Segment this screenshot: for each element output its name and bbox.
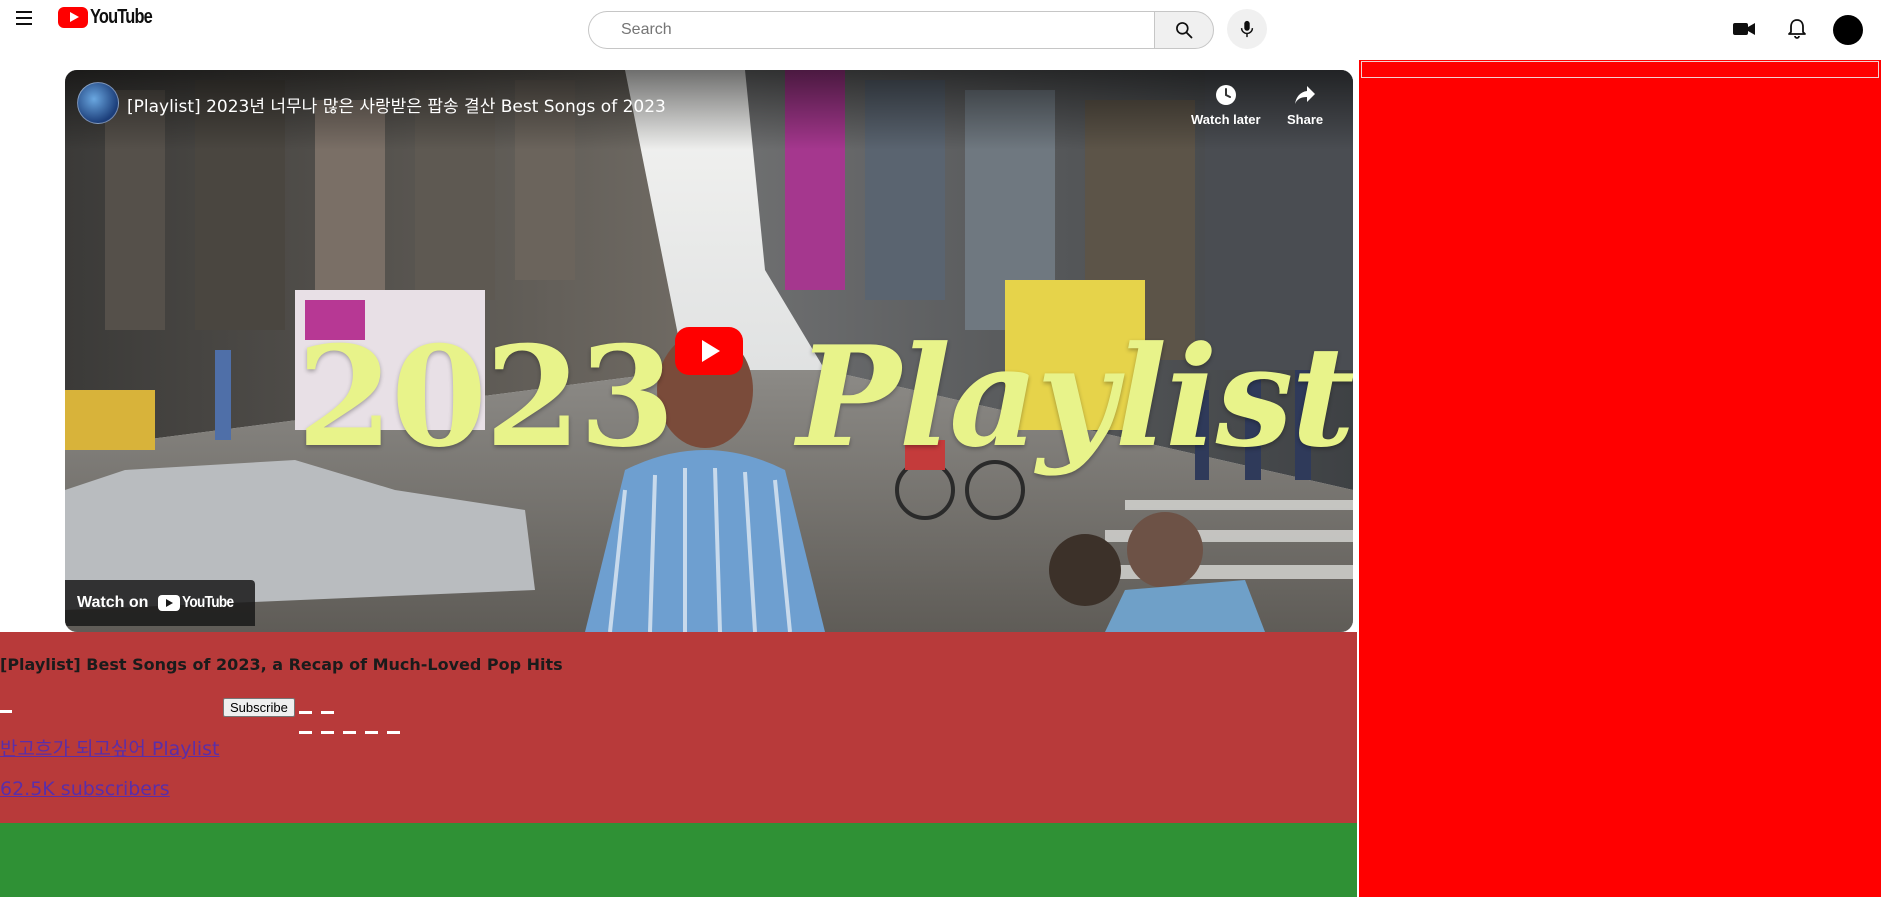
video-info-panel: [Playlist] Best Songs of 2023, a Recap o…: [0, 632, 1357, 823]
search-button[interactable]: [1154, 11, 1214, 49]
subscriber-count-link[interactable]: 62.5K subscribers: [0, 778, 170, 800]
notifications-button[interactable]: [1784, 16, 1810, 42]
sidebar-frame: [1361, 61, 1879, 78]
subscribe-button[interactable]: Subscribe: [223, 698, 295, 717]
watch-on-youtube-button[interactable]: Watch on YouTube: [65, 580, 255, 626]
search-input[interactable]: [588, 11, 1155, 49]
placeholder-dash: [299, 711, 312, 714]
placeholder-dash: [365, 731, 378, 734]
placeholder-dash: [343, 731, 356, 734]
bell-icon: [1788, 19, 1806, 39]
hamburger-menu-icon[interactable]: [12, 6, 36, 30]
thumbnail-overlay-year: 2023: [297, 315, 675, 478]
channel-name-link[interactable]: 반고흐가 되고싶어 Playlist: [0, 734, 219, 761]
play-button[interactable]: [675, 327, 743, 375]
video-camera-icon: [1733, 23, 1755, 35]
share-arrow-icon: [1292, 82, 1318, 108]
thumbnail-overlay-word: Playlist: [797, 315, 1353, 478]
player-video-title[interactable]: [Playlist] 2023년 너무나 많은 사랑받은 팝송 결산 Best …: [127, 92, 666, 117]
logo-text: YouTube: [90, 5, 153, 28]
channel-thumbnail[interactable]: [77, 82, 119, 124]
placeholder-dash: [321, 711, 334, 714]
create-video-button[interactable]: [1731, 17, 1757, 41]
masthead: YouTube: [0, 0, 1881, 60]
clock-icon: [1213, 82, 1239, 108]
voice-search-button[interactable]: [1227, 9, 1267, 49]
youtube-play-icon: [58, 6, 88, 28]
watch-later-button[interactable]: Watch later: [1191, 82, 1261, 127]
placeholder-dash: [299, 731, 312, 734]
share-label: Share: [1287, 112, 1324, 127]
share-button[interactable]: Share: [1287, 82, 1323, 127]
watch-on-logo-text: YouTube: [182, 594, 234, 611]
video-heading: [Playlist] Best Songs of 2023, a Recap o…: [0, 655, 563, 674]
play-icon: [702, 340, 720, 362]
app-root: YouTube Search [Playlist] 2023년 너무나 많은 사…: [0, 0, 1881, 897]
watch-later-label: Watch later: [1191, 112, 1261, 127]
placeholder-dash: [0, 710, 12, 713]
microphone-icon: [1240, 20, 1254, 38]
search-icon: [1176, 22, 1193, 39]
youtube-logo[interactable]: YouTube: [58, 5, 166, 29]
content-band: [0, 823, 1357, 897]
user-avatar[interactable]: [1833, 15, 1863, 45]
youtube-play-icon: [158, 595, 181, 611]
placeholder-dash: [387, 731, 400, 734]
watch-on-label: Watch on: [77, 594, 149, 611]
placeholder-dash: [321, 731, 334, 734]
search-box: [588, 11, 1214, 49]
sidebar-panel: [1359, 60, 1881, 897]
youtube-logo-small: YouTube: [158, 594, 242, 612]
video-player[interactable]: [Playlist] 2023년 너무나 많은 사랑받은 팝송 결산 Best …: [65, 70, 1353, 632]
